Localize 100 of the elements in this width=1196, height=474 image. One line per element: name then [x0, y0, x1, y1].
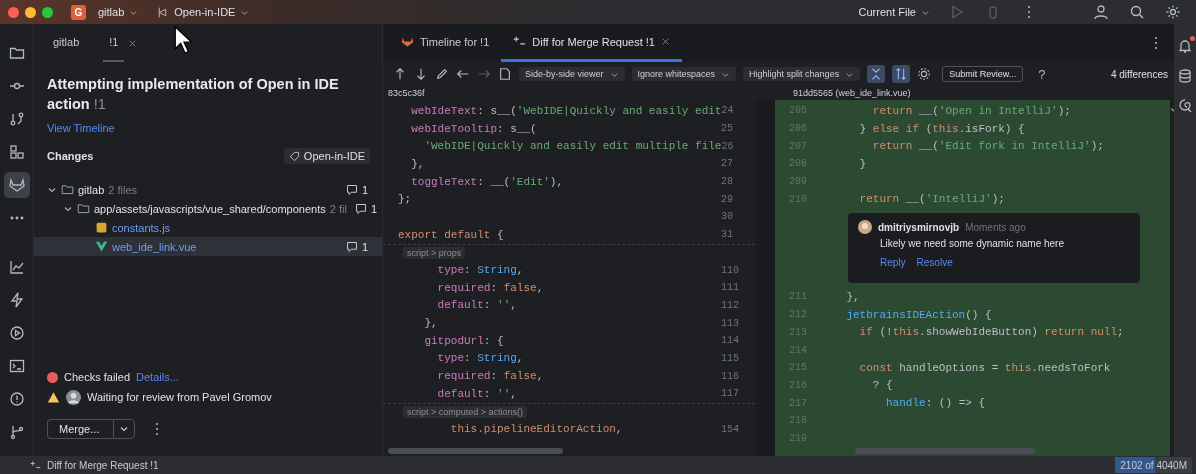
help-button[interactable]: ? [1038, 66, 1046, 82]
code-line: default: '', [436, 299, 517, 312]
line-number: 116 [721, 370, 740, 382]
pencil-icon[interactable] [435, 67, 449, 81]
tree-row[interactable]: gitlab 2 files 1 [34, 180, 382, 199]
line-number: 31 [721, 229, 734, 241]
fox-icon[interactable] [401, 35, 414, 48]
code-line: webIdeTooltip: s__( [410, 122, 537, 135]
vue-file-icon [95, 240, 108, 253]
run-config-dropdown[interactable]: Current File [852, 4, 936, 20]
exclamation-icon[interactable] [8, 390, 25, 407]
up-arrow-icon[interactable] [393, 67, 407, 81]
panel-tab[interactable]: gitlab [47, 24, 86, 62]
play-circle-icon[interactable] [8, 324, 25, 341]
code-line: return __('Edit fork in IntelliJ'); [871, 140, 1104, 153]
lightning-icon[interactable] [8, 291, 25, 308]
line-number: 28 [721, 176, 734, 188]
memory-indicator[interactable]: 2102 of 4040M [1115, 457, 1192, 473]
view-timeline-link[interactable]: View Timeline [47, 122, 115, 134]
scrollbar[interactable] [855, 448, 1035, 454]
file-count: 2 files [108, 183, 138, 196]
editor-tab[interactable]: Timeline for !1 [389, 24, 502, 62]
branch-dropdown[interactable]: Open-in-IDE [150, 3, 256, 21]
code-line: }, [410, 157, 425, 170]
comment-action-link[interactable]: Reply [880, 257, 906, 269]
file-icon[interactable] [498, 67, 512, 81]
folder-icon [61, 183, 74, 196]
code-breadcrumb[interactable]: script > computed > actions() [403, 406, 528, 419]
line-number: 114 [721, 335, 740, 347]
line-number: 117 [721, 388, 740, 400]
comment-count: 1 [370, 202, 378, 215]
folder-icon [77, 202, 90, 215]
js-file-icon [95, 221, 108, 234]
viewer-dropdown[interactable]: Side-by-side viewer [519, 67, 625, 81]
spiral-icon[interactable] [1177, 98, 1193, 114]
code-line: default: '', [436, 387, 517, 400]
status-text: Diff for Merge Request !1 [47, 459, 159, 471]
code-line: export default { [398, 228, 504, 241]
notifications-icon[interactable] [1177, 38, 1193, 54]
code-line: }; [398, 193, 412, 206]
comment-icon [346, 183, 358, 196]
tag-icon[interactable] [288, 150, 300, 162]
structure-icon[interactable] [8, 143, 25, 160]
maximize-window-button[interactable] [42, 6, 53, 18]
code-line: if (!this.showWebIdeButton) return null; [858, 326, 1124, 339]
scrollbar[interactable] [388, 448, 563, 454]
database-icon[interactable] [1177, 68, 1193, 84]
warning-icon [47, 390, 60, 404]
line-number: 110 [721, 264, 740, 276]
comment-action-link[interactable]: Resolve [916, 257, 953, 269]
comment-count: 1 [362, 183, 370, 196]
search-icon[interactable] [1129, 4, 1145, 20]
tree-row[interactable]: app/assets/javascripts/vue_shared/components 2 fil 1 [34, 199, 382, 218]
code-line: gitpodUrl: { [423, 334, 504, 347]
merge-dropdown-icon[interactable] [113, 419, 136, 439]
git-branch-icon[interactable] [8, 423, 25, 440]
viewer-dropdown[interactable]: Ignore whitespaces [631, 67, 737, 81]
account-icon[interactable] [1093, 4, 1109, 20]
diff-icon[interactable] [513, 35, 527, 48]
folder-name: gitlab [78, 183, 105, 196]
differences-count: 4 differences [1110, 68, 1168, 80]
down-arrow-icon[interactable] [414, 67, 428, 81]
submit-review-button[interactable]: Submit Review... [942, 66, 1024, 82]
line-number: 25 [721, 123, 734, 135]
code-line: type: String, [436, 264, 524, 277]
tree-row[interactable]: constants.js [34, 218, 382, 237]
code-line: ? { [871, 379, 893, 392]
panel-tab[interactable]: !1 [103, 24, 125, 62]
line-number: 29 [721, 193, 734, 205]
checks-status: Checks failed [64, 371, 131, 383]
close-icon[interactable] [128, 38, 138, 48]
details-link[interactable]: Details... [136, 371, 179, 383]
close-window-button[interactable] [8, 6, 19, 18]
file-revision: 83c5c36f [387, 88, 426, 98]
project-dropdown[interactable]: gitlab [92, 4, 145, 20]
code-line: const handleOptions = this.needsToFork [858, 361, 1111, 374]
merge-button[interactable]: Merge... [47, 419, 114, 439]
gear-icon[interactable] [917, 67, 932, 81]
viewer-dropdown[interactable]: Highlight split changes [743, 67, 861, 81]
chart-icon[interactable] [8, 258, 25, 275]
fox-icon[interactable] [3, 171, 30, 198]
project-badge[interactable]: G [71, 4, 86, 20]
branch-button[interactable]: Open-in-IDE [283, 148, 370, 164]
line-number: 26 [721, 140, 735, 152]
close-icon[interactable] [661, 37, 670, 46]
tree-row[interactable]: web_ide_link.vue 1 [34, 237, 382, 256]
avatar [66, 389, 81, 405]
line-number: 111 [721, 282, 740, 294]
settings-icon[interactable] [1165, 4, 1181, 20]
line-number: 112 [721, 299, 740, 311]
back-arrow-icon[interactable] [456, 67, 470, 81]
terminal-icon[interactable] [8, 357, 25, 374]
pull-request-icon[interactable] [8, 110, 25, 127]
line-number: 30 [721, 211, 734, 223]
minimize-window-button[interactable] [25, 6, 36, 18]
code-breadcrumb[interactable]: script > props [403, 246, 466, 259]
comment-icon [354, 202, 367, 215]
file-revision: 91dd5565 (web_ide_link.vue) [792, 88, 911, 98]
line-number: 154 [721, 423, 740, 435]
file-count: 2 fil [329, 202, 347, 215]
